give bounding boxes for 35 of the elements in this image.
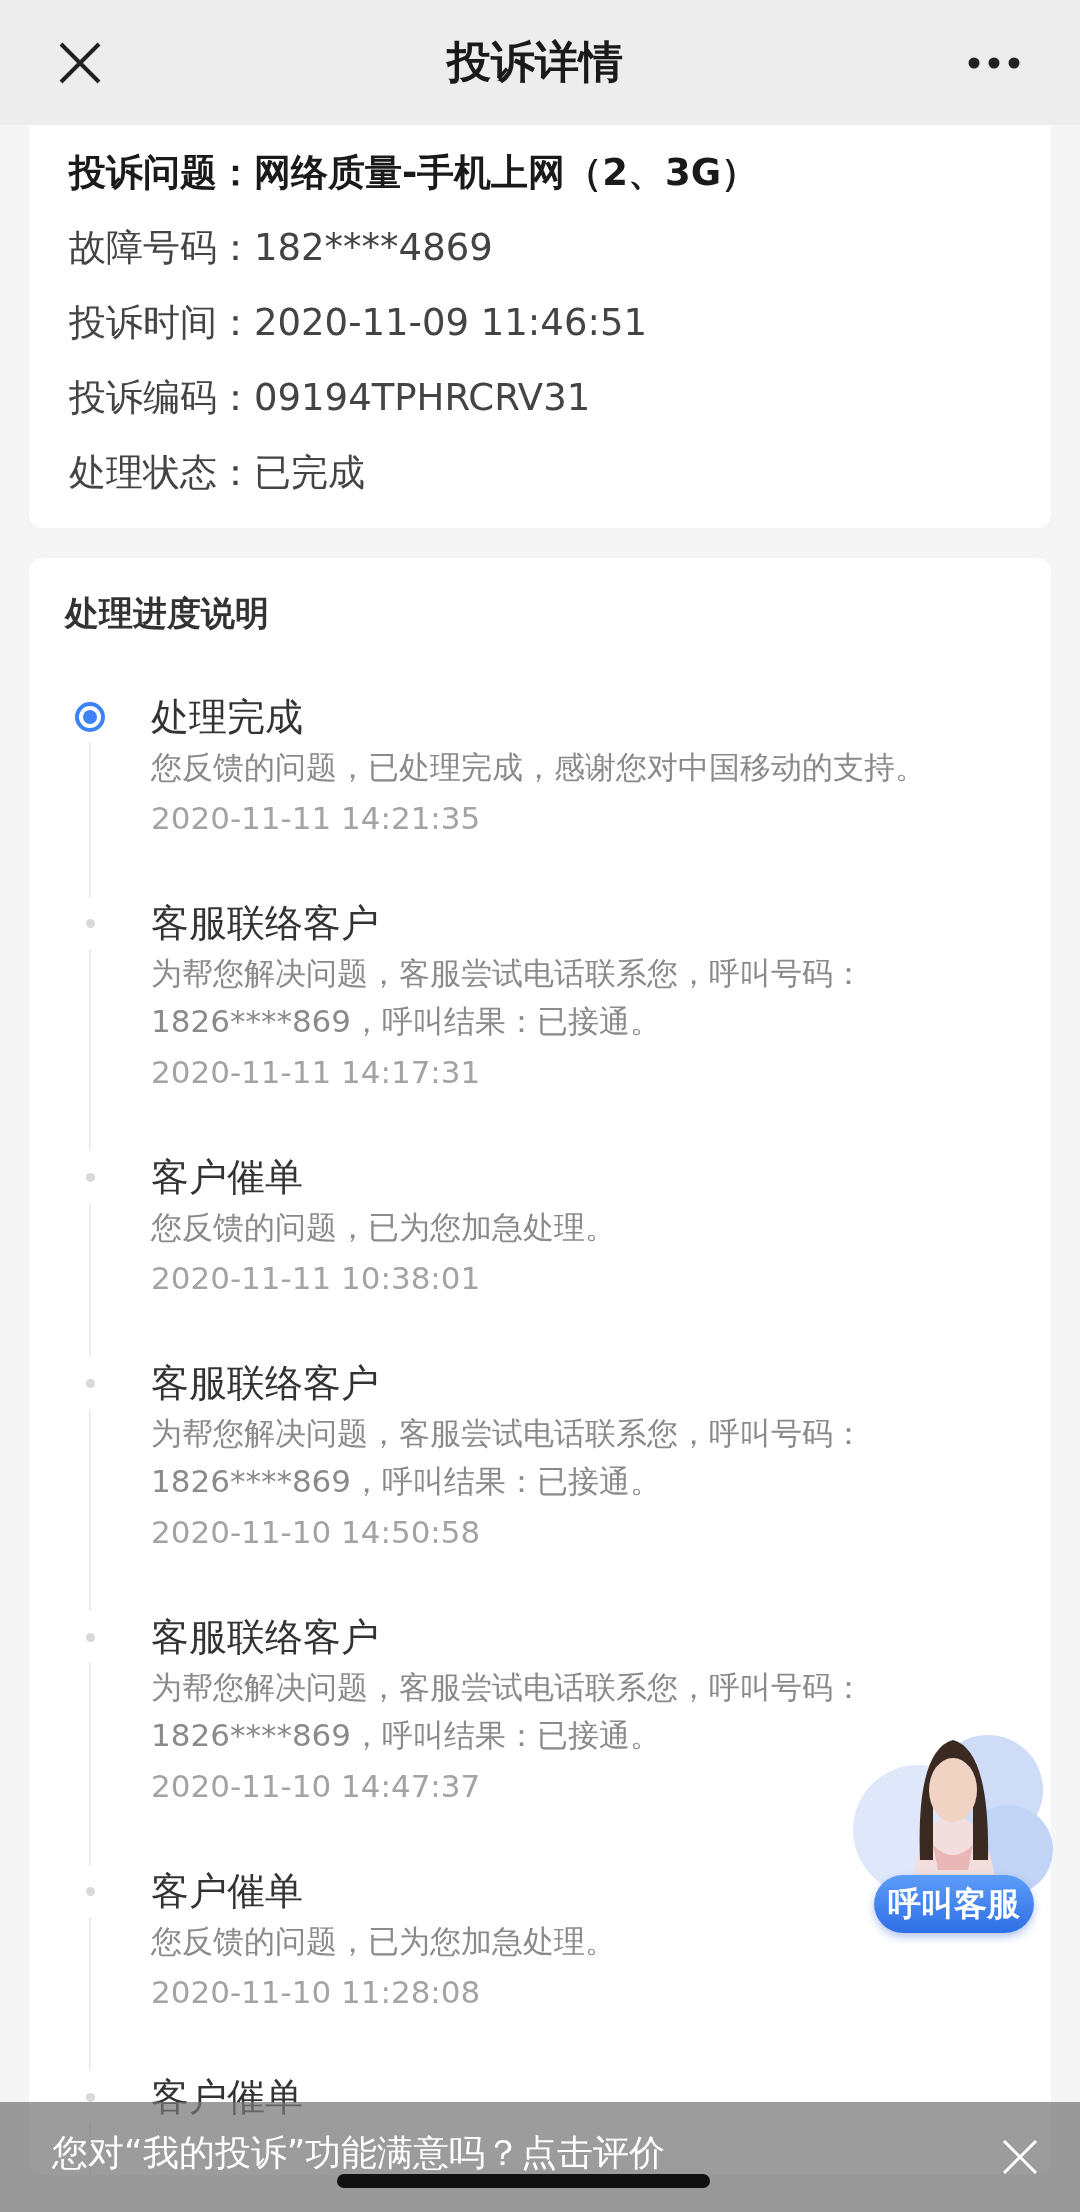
step-description: 您反馈的问题，已为您加急处理。 [151,1208,617,1247]
step-title: 客户催单 [151,1868,303,1915]
field-label: 投诉时间： [69,300,254,346]
field-value: 09194TPHRCRV31 [254,375,591,421]
more-icon[interactable] [968,56,1020,69]
rating-prompt[interactable]: 您对“我的投诉”功能满意吗？点击评价 [52,2135,666,2171]
field-label: 投诉问题： [69,150,254,196]
section-title: 处理进度说明 [65,593,270,633]
step-description: 您反馈的问题，已处理完成，感谢您对中国移动的支持。 [151,748,927,787]
step-time: 2020-11-10 11:28:08 [151,1973,482,2012]
step-time: 2020-11-11 10:38:01 [151,1259,482,1298]
step-title: 客服联络客户 [151,900,379,947]
step-description: 为帮您解决问题，客服尝试电话联系您，呼叫号码：1826****869，呼叫结果：已接通。 [151,954,865,1041]
field-value: 已完成 [254,450,365,496]
step-description: 为帮您解决问题，客服尝试电话联系您，呼叫号码：1826****869，呼叫结果：已接通。 [151,1414,865,1501]
step-time: 2020-11-11 14:21:35 [151,799,482,838]
call-service-button[interactable]: 呼叫客服 [874,1875,1034,1933]
step-title: 处理完成 [151,694,303,741]
step-time: 2020-11-10 14:50:58 [151,1513,482,1552]
step-title: 客户催单 [151,2074,303,2121]
step-time: 2020-11-10 14:47:37 [151,1767,482,1806]
step-description: 为帮您解决问题，客服尝试电话联系您，呼叫号码：1826****869，呼叫结果：已接通。 [151,1668,865,1755]
field-value: 网络质量-手机上网（2、3G） [254,150,759,196]
step-description: 您反馈的问题，已为您加急处理。 [151,1922,617,1961]
field-label: 投诉编码： [69,375,254,421]
page-title: 投诉详情 [447,35,623,89]
step-title: 客服联络客户 [151,1614,379,1661]
field-value: 2020-11-09 11:46:51 [254,300,647,346]
step-time: 2020-11-11 14:17:31 [151,1053,482,1092]
step-title: 客服联络客户 [151,1360,379,1407]
close-icon[interactable] [58,40,102,85]
field-value: 182****4869 [254,225,493,271]
field-label: 处理状态： [69,450,254,496]
field-label: 故障号码： [69,225,254,271]
step-title: 客户催单 [151,1154,303,1201]
